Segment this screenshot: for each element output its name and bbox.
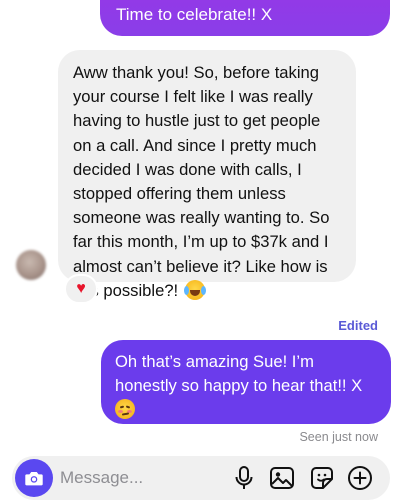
seen-status: Seen just now [299,430,378,444]
received-message-body: Aww thank you! So, before taking your co… [73,63,330,300]
edited-label[interactable]: Edited [338,318,378,333]
camera-button[interactable] [15,459,53,497]
face-with-tears-of-joy-icon [183,279,206,300]
sent-message-bubble[interactable]: Oh that’s amazing Sue! I’m honestly so h… [101,340,391,424]
received-message-bubble[interactable]: Aww thank you! So, before taking your co… [58,50,356,300]
message-input[interactable] [60,462,210,494]
sent-message-text-previous: Time to celebrate!! X [116,5,273,24]
microphone-button[interactable] [230,464,258,492]
sent-message-body: Oh that’s amazing Sue! I’m honestly so h… [115,352,363,395]
message-composer [12,456,390,500]
microphone-icon [235,466,253,489]
sent-message-text: Oh that’s amazing Sue! I’m honestly so h… [115,350,379,422]
chat-screen: Time to celebrate!! X Aww thank you! So,… [0,0,400,500]
gallery-icon [270,467,294,489]
gallery-button[interactable] [268,464,296,492]
sent-message-bubble-previous[interactable]: Time to celebrate!! X [100,0,390,36]
plus-circle-icon [348,466,372,490]
camera-icon [25,472,43,486]
received-message-text: Aww thank you! So, before taking your co… [73,61,342,303]
woozy-face-icon [115,399,135,419]
avatar[interactable] [16,250,46,280]
heart-icon: ♥ [76,280,86,297]
heart-reaction-badge[interactable]: ♥ [64,274,98,304]
sticker-button[interactable] [308,464,336,492]
add-button[interactable] [346,464,374,492]
sticker-icon [311,467,333,489]
